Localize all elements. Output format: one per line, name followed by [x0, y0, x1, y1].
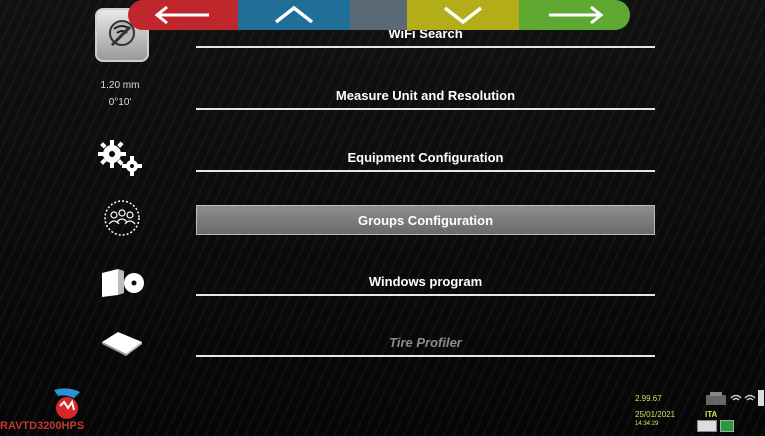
gears-icon[interactable]: [98, 140, 144, 176]
next-button[interactable]: [519, 0, 630, 30]
brand-name: RAVTD3200HPS: [0, 420, 85, 432]
language-text: ITA: [705, 410, 718, 419]
down-arrow-icon: [443, 6, 483, 25]
version-text: 2.99.67: [635, 394, 662, 403]
menu-divider: [196, 170, 655, 172]
time-text: 14:34:29: [635, 421, 659, 427]
menu-divider: [196, 294, 655, 296]
menu-item-label: Measure Unit and Resolution: [335, 87, 516, 103]
device-icon: [704, 391, 728, 407]
down-button[interactable]: [407, 0, 519, 30]
menu-item-label: Tire Profiler: [389, 334, 462, 350]
brand-logo: [44, 386, 90, 422]
menu-divider: [196, 46, 655, 48]
up-button[interactable]: [238, 0, 350, 30]
tire-profiler-icon[interactable]: [98, 328, 146, 358]
back-arrow-icon: [154, 5, 209, 25]
menu-item-equipment-configuration[interactable]: Equipment Configuration: [196, 142, 655, 172]
measure-length-value: 1.20 mm: [100, 80, 140, 91]
date-text: 25/01/2021: [635, 410, 676, 419]
back-button[interactable]: [128, 0, 238, 30]
network-icon: [720, 420, 734, 432]
menu-item-groups-configuration[interactable]: Groups Configuration: [196, 205, 655, 235]
windows-program-icon[interactable]: [98, 265, 146, 301]
menu-item-label: Groups Configuration: [357, 212, 494, 228]
next-arrow-icon: [548, 5, 603, 25]
menu-item-measure-unit[interactable]: Measure Unit and Resolution: [196, 80, 655, 110]
menu-item-label: Windows program: [368, 273, 483, 289]
up-arrow-icon: [274, 5, 314, 24]
menu-item-tire-profiler: Tire Profiler: [196, 327, 655, 357]
keyboard-icon[interactable]: [697, 420, 717, 432]
middle-button[interactable]: [350, 0, 407, 30]
battery-icon: [758, 390, 764, 406]
wifi-status-icon: [730, 392, 758, 406]
groups-icon[interactable]: [102, 198, 142, 238]
main-screen: 1.20 mm 0°10' WiFi Search Measure Unit a…: [0, 0, 765, 436]
menu-divider: [196, 355, 655, 357]
menu-item-label: Equipment Configuration: [347, 149, 504, 165]
menu-item-windows-program[interactable]: Windows program: [196, 266, 655, 296]
menu-divider: [196, 108, 655, 110]
measure-angle-value: 0°10': [108, 97, 132, 108]
